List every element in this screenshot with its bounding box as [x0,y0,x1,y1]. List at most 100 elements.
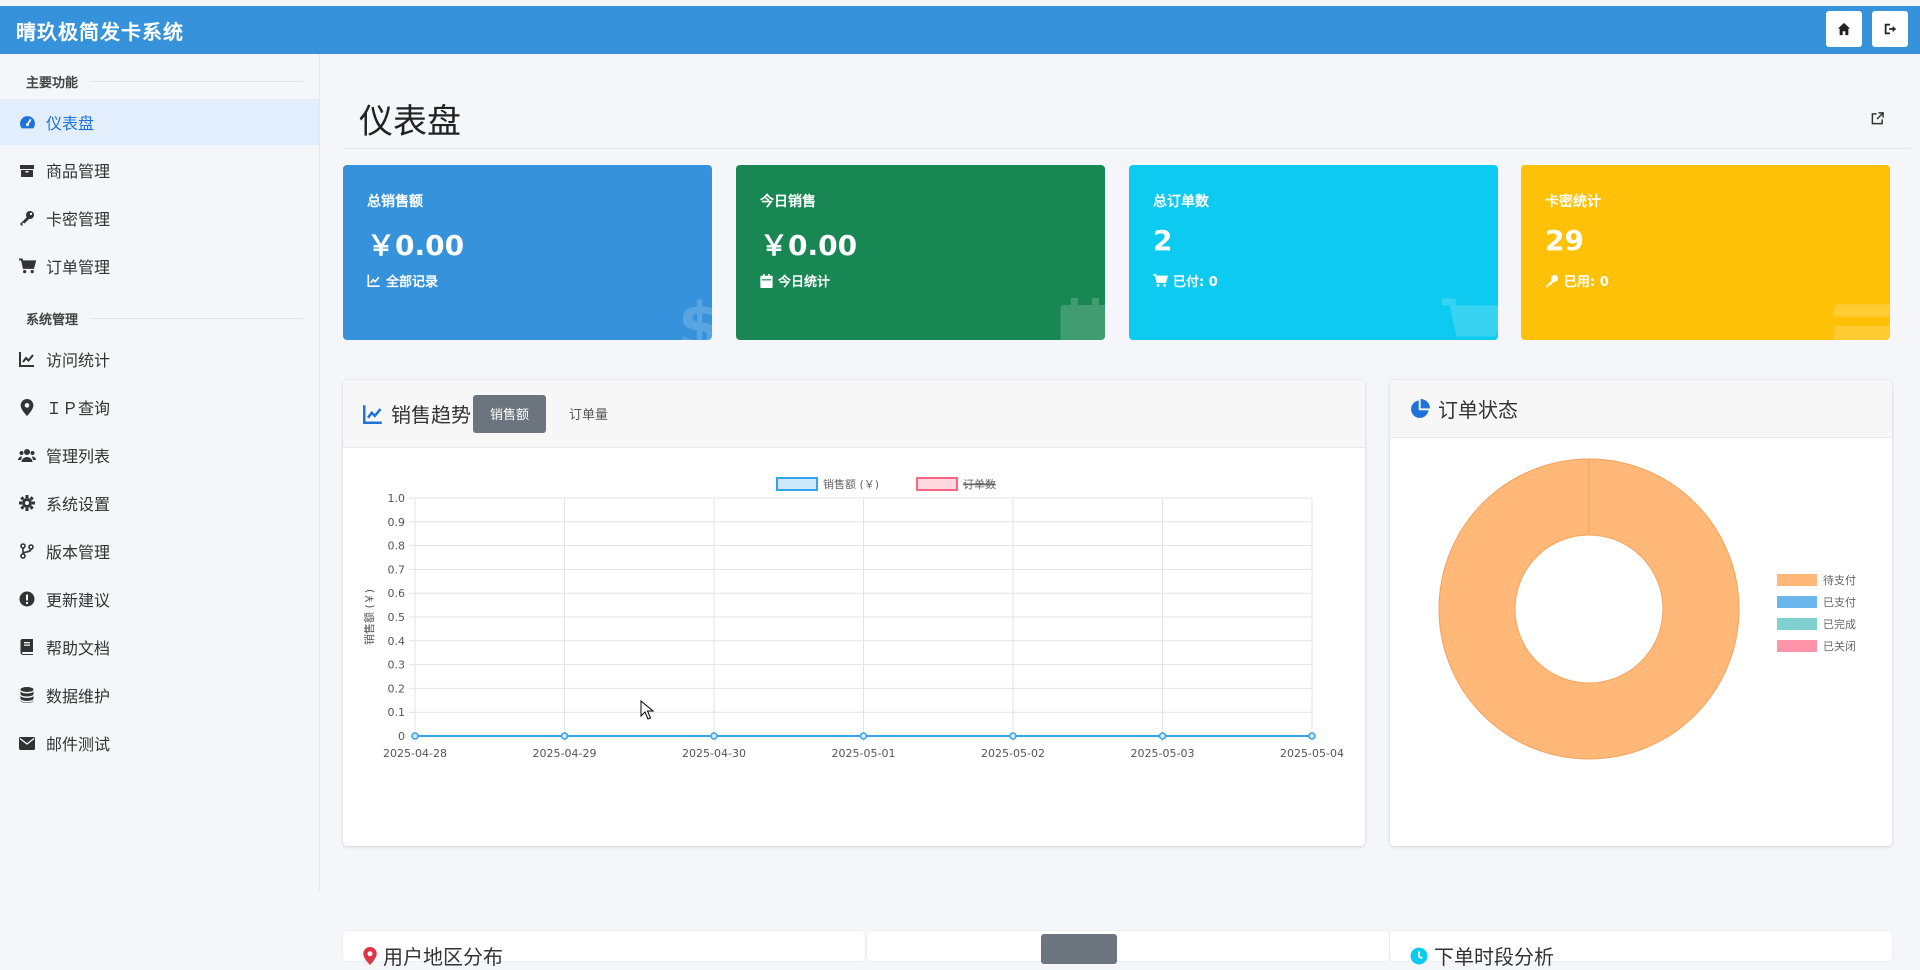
y-axis-label: 销售额 (￥) [362,589,376,645]
legend-swatch [1777,640,1817,652]
stat-sub: 已用: 0 [1545,271,1609,290]
key-icon [18,209,36,227]
tab-order-count[interactable]: 订单量 [552,395,625,433]
stat-sub: 全部记录 [367,271,438,290]
sidebar-item-ip-lookup[interactable]: ＩＰ查询 [0,384,319,430]
branch-icon [18,542,36,560]
envelope-icon [18,734,36,752]
stat-sub: 今日统计 [760,271,830,290]
sidebar-item-label: 访问统计 [46,351,111,370]
region-distribution-card: 用户地区分布 [343,931,865,969]
x-tick-label: 2025-05-01 [832,747,896,760]
card-header: 订单状态 [1390,380,1892,438]
page-title: 仪表盘 [359,102,461,142]
sidebar-item-cards[interactable]: 卡密管理 [0,195,319,241]
sidebar-item-label: 数据维护 [46,687,111,706]
x-tick-label: 2025-05-04 [1280,747,1344,760]
tab-sales-amount[interactable]: 销售额 [473,394,547,433]
svg-text:$: $ [678,292,712,340]
stat-card-total-sales: 总销售额 ￥0.00 全部记录 $ [343,165,712,340]
stat-sub-text: 今日统计 [778,275,831,290]
legend-label: 已完成 [1823,617,1856,631]
y-tick-label: 0.9 [388,516,406,529]
pie-chart-icon [1410,398,1430,419]
map-pin-icon [363,946,377,965]
x-tick-label: 2025-04-28 [383,747,447,760]
data-point [1308,732,1316,740]
legend-swatch [1777,574,1817,586]
title-divider [343,148,1911,149]
cart-icon [18,257,36,275]
data-point [1009,732,1017,740]
sidebar-item-settings[interactable]: 系统设置 [0,480,319,526]
dollar-icon: $ [678,292,712,340]
sidebar-item-versions[interactable]: 版本管理 [0,528,319,574]
sidebar-item-label: ＩＰ查询 [46,399,111,418]
card-header: 销售趋势 销售额 订单量 [343,380,1365,448]
stat-value: ￥0.00 [367,229,465,262]
chart-line-icon [367,274,380,287]
stat-label: 总销售额 [367,194,423,210]
logout-icon [1884,23,1897,35]
sales-line-chart: 0 0.1 0.2 0.3 0.4 0.5 0.6 0.7 0.8 0.9 1.0 2025-04-2… [362,477,1344,760]
sidebar-item-help[interactable]: 帮助文档 [0,624,319,670]
legend-swatch [1777,596,1817,608]
sidebar-item-label: 系统设置 [46,495,111,514]
stat-label: 卡密统计 [1545,194,1601,210]
sidebar-item-dashboard[interactable]: 仪表盘 [0,99,319,145]
card-title: 订单状态 [1438,398,1518,422]
card-title: 销售趋势 [391,403,471,427]
legend-label: 已关闭 [1823,639,1856,653]
sidebar-item-mail-test[interactable]: 邮件测试 [0,720,319,766]
sidebar-item-label: 卡密管理 [46,210,111,229]
external-link-icon[interactable] [1871,110,1884,129]
key-icon [1545,274,1559,288]
stat-card-card-keys: 卡密统计 29 已用: 0 [1521,165,1890,340]
book-icon [18,638,36,656]
box-icon [18,161,36,179]
card-title: 用户地区分布 [383,945,503,969]
stat-card-total-orders: 总订单数 2 已付: 0 [1129,165,1498,340]
calendar-icon [1060,298,1105,340]
map-pin-icon [18,398,36,416]
sidebar-item-orders[interactable]: 订单管理 [0,243,319,289]
sidebar-item-label: 更新建议 [46,591,111,610]
legend-label: 待支付 [1823,573,1856,587]
sidebar-item-products[interactable]: 商品管理 [0,147,319,193]
x-tick-label: 2025-05-03 [1131,747,1195,760]
sidebar-item-visits[interactable]: 访问统计 [0,336,319,382]
stat-sub-text: 已付: 0 [1173,275,1218,290]
sidebar-section-label: 系统管理 [26,313,79,328]
cart-plus-icon [1442,298,1498,337]
stat-label: 总订单数 [1153,194,1209,210]
sidebar-item-suggestions[interactable]: 更新建议 [0,576,319,622]
x-tick-label: 2025-05-02 [981,747,1045,760]
sidebar-item-label: 订单管理 [46,258,111,277]
credit-card-icon [1834,304,1890,340]
home-icon [1837,22,1851,36]
users-icon [18,446,36,464]
donut-inner-outline [1514,534,1664,684]
cart-icon [1153,274,1168,287]
stat-value: 2 [1153,224,1173,257]
data-point [411,732,419,740]
home-button[interactable] [1826,11,1862,47]
sidebar-item-label: 邮件测试 [46,735,111,754]
data-point [1158,732,1167,740]
sidebar-item-data-maintenance[interactable]: 数据维护 [0,672,319,718]
legend-label: 销售额 (￥) [823,477,879,491]
card-title: 下单时段分析 [1434,945,1554,969]
stat-label: 今日销售 [760,194,816,210]
stat-sub-text: 全部记录 [386,275,439,290]
tab-active-placeholder[interactable] [1041,934,1117,964]
app-title[interactable]: 晴玖极简发卡系统 [16,16,184,45]
sidebar-item-admin-list[interactable]: 管理列表 [0,432,319,478]
middle-bottom-card [867,931,1389,964]
legend-swatch [916,477,958,491]
sidebar-section-label: 主要功能 [26,76,79,91]
legend-swatch [1777,618,1817,630]
order-time-analysis-card: 下单时段分析 [1390,931,1892,969]
y-tick-label: 0.4 [388,635,406,648]
logout-button[interactable] [1872,11,1908,47]
legend-swatch [776,477,818,491]
